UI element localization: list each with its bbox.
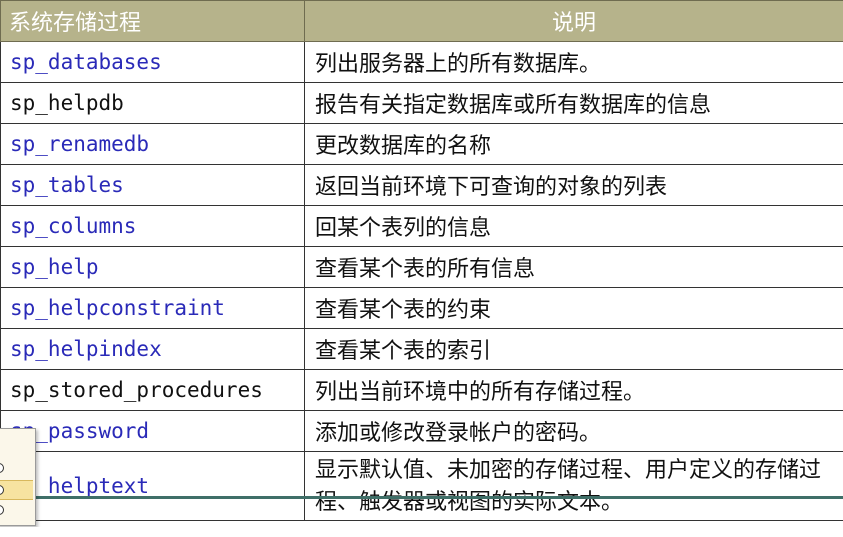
overlay-line	[10, 496, 843, 499]
procedure-name-cell[interactable]: sp_help	[0, 246, 305, 288]
procedure-name-cell[interactable]: sp_renamedb	[0, 123, 305, 165]
procedure-name-cell[interactable]: sp_helpconstraint	[0, 287, 305, 329]
stored-procedures-table-wrapper: 系统存储过程 说明 sp_databases 列出服务器上的所有数据库。 sp_he…	[0, 0, 843, 527]
radio-icon	[0, 463, 4, 473]
context-menu-fragment[interactable]	[0, 428, 36, 526]
procedure-description-cell: 查看某个表的约束	[304, 287, 843, 329]
table-body: sp_databases 列出服务器上的所有数据库。 sp_helpdb 报告有关指定…	[0, 41, 843, 521]
menu-option-selected[interactable]	[0, 480, 33, 500]
header-description: 说明	[304, 0, 843, 42]
table-header-row: 系统存储过程 说明	[0, 0, 843, 42]
procedure-description-cell: 列出服务器上的所有数据库。	[304, 41, 843, 83]
procedure-name-cell[interactable]: sp_helpindex	[0, 328, 305, 370]
table-row: sp_renamedb 更改数据库的名称	[0, 123, 843, 165]
procedure-description-cell: 返回当前环境下可查询的对象的列表	[304, 164, 843, 206]
table-row: sp_tables 返回当前环境下可查询的对象的列表	[0, 164, 843, 206]
menu-option[interactable]	[0, 501, 33, 519]
procedure-description-cell: 查看某个表的索引	[304, 328, 843, 370]
radio-icon	[0, 505, 4, 515]
table-row: sp_helptext 显示默认值、未加密的存储过程、用户定义的存储过程、触发器或…	[0, 451, 843, 521]
procedure-description-cell: 显示默认值、未加密的存储过程、用户定义的存储过程、触发器或视图的实际文本。	[304, 451, 843, 521]
procedure-name-cell[interactable]: sp_databases	[0, 41, 305, 83]
table-row: sp_helpindex 查看某个表的索引	[0, 328, 843, 370]
procedure-name-cell[interactable]: sp_columns	[0, 205, 305, 247]
menu-option[interactable]	[0, 459, 33, 477]
procedure-name-cell[interactable]: sp_password	[0, 410, 305, 452]
procedure-name-cell: sp_helpdb	[0, 82, 305, 124]
procedure-description-cell: 查看某个表的所有信息	[304, 246, 843, 288]
header-procedure: 系统存储过程	[0, 0, 305, 42]
procedure-name-cell: sp_stored_procedures	[0, 369, 305, 411]
table-row: sp_stored_procedures 列出当前环境中的所有存储过程。	[0, 369, 843, 411]
procedure-description-cell: 回某个表列的信息	[304, 205, 843, 247]
table-row: sp_help 查看某个表的所有信息	[0, 246, 843, 288]
stored-procedures-table: 系统存储过程 说明 sp_databases 列出服务器上的所有数据库。 sp_he…	[0, 0, 843, 521]
table-row: sp_password 添加或修改登录帐户的密码。	[0, 410, 843, 452]
procedure-description-cell: 列出当前环境中的所有存储过程。	[304, 369, 843, 411]
procedure-name-cell[interactable]: sp_helptext	[0, 451, 305, 521]
procedure-description-cell: 报告有关指定数据库或所有数据库的信息	[304, 82, 843, 124]
bottom-strip	[0, 527, 843, 537]
table-row: sp_helpdb 报告有关指定数据库或所有数据库的信息	[0, 82, 843, 124]
table-row: sp_databases 列出服务器上的所有数据库。	[0, 41, 843, 83]
table-row: sp_columns 回某个表列的信息	[0, 205, 843, 247]
procedure-description-cell: 更改数据库的名称	[304, 123, 843, 165]
procedure-description-cell: 添加或修改登录帐户的密码。	[304, 410, 843, 452]
procedure-name-cell[interactable]: sp_tables	[0, 164, 305, 206]
table-row: sp_helpconstraint 查看某个表的约束	[0, 287, 843, 329]
radio-icon	[0, 485, 4, 495]
